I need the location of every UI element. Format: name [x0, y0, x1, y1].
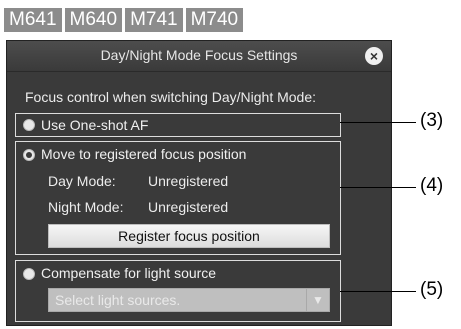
- night-mode-label: Night Mode:: [48, 199, 124, 215]
- model-badge: M640: [64, 8, 123, 32]
- night-mode-value: Unregistered: [148, 199, 229, 215]
- model-badge: M641: [4, 8, 62, 32]
- intro-text: Focus control when switching Day/Night M…: [25, 89, 317, 105]
- registered-focus-label: Move to registered focus position: [41, 146, 247, 162]
- chevron-down-icon[interactable]: ▼: [306, 289, 329, 311]
- registered-focus-group: Move to registered focus position Day Mo…: [15, 141, 341, 255]
- dialog-title: Day/Night Mode Focus Settings: [100, 47, 298, 63]
- model-badge: M740: [185, 8, 244, 32]
- compensate-light-radio[interactable]: [23, 268, 35, 280]
- day-mode-value: Unregistered: [148, 173, 229, 189]
- callout-3: (3): [420, 110, 444, 131]
- one-shot-af-radio[interactable]: [23, 119, 35, 131]
- callout-4-leader: [340, 187, 416, 188]
- register-focus-button[interactable]: Register focus position: [48, 224, 330, 248]
- dialog-titlebar: Day/Night Mode Focus Settings ×: [7, 41, 391, 72]
- model-badge: M741: [125, 8, 183, 32]
- compensate-light-label: Compensate for light source: [41, 265, 217, 281]
- light-source-group: Compensate for light source Select light…: [15, 260, 341, 322]
- callout-5-leader: [340, 291, 416, 292]
- model-badges: M641 M640 M741 M740: [4, 8, 244, 32]
- callout-5: (5): [420, 279, 444, 300]
- day-mode-label: Day Mode:: [48, 173, 116, 189]
- one-shot-af-label: Use One-shot AF: [41, 117, 149, 133]
- light-source-select[interactable]: Select light sources. ▼: [48, 288, 330, 312]
- focus-settings-dialog: Day/Night Mode Focus Settings × Focus co…: [6, 40, 392, 326]
- registered-focus-radio[interactable]: [23, 149, 35, 161]
- one-shot-af-group: Use One-shot AF: [15, 113, 341, 137]
- callout-4: (4): [420, 175, 444, 196]
- callout-3-leader: [340, 122, 416, 123]
- select-placeholder: Select light sources.: [55, 292, 181, 308]
- close-icon[interactable]: ×: [365, 47, 383, 65]
